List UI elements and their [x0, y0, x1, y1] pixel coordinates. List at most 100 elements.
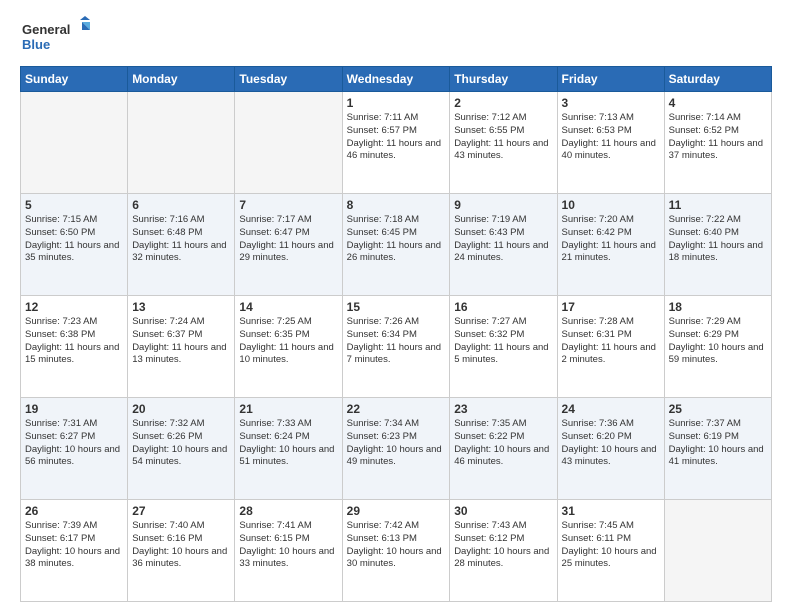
calendar-cell-3-5: 24 Sunrise: 7:36 AM Sunset: 6:20 PM Dayl…	[557, 398, 664, 500]
daylight-label: Daylight: 11 hours and 37 minutes.	[669, 138, 763, 162]
calendar-cell-4-0: 26 Sunrise: 7:39 AM Sunset: 6:17 PM Dayl…	[21, 500, 128, 602]
cell-info: Sunrise: 7:16 AM Sunset: 6:48 PM Dayligh…	[132, 214, 230, 265]
sunset-label: Sunset: 6:50 PM	[25, 227, 95, 238]
cell-info: Sunrise: 7:31 AM Sunset: 6:27 PM Dayligh…	[25, 418, 123, 469]
cell-info: Sunrise: 7:41 AM Sunset: 6:15 PM Dayligh…	[239, 520, 337, 571]
sunrise-label: Sunrise: 7:37 AM	[669, 418, 741, 429]
sunrise-label: Sunrise: 7:24 AM	[132, 316, 204, 327]
sunset-label: Sunset: 6:52 PM	[669, 125, 739, 136]
sunset-label: Sunset: 6:45 PM	[347, 227, 417, 238]
sunset-label: Sunset: 6:24 PM	[239, 431, 309, 442]
day-number: 8	[347, 198, 446, 212]
daylight-label: Daylight: 10 hours and 49 minutes.	[347, 444, 442, 468]
page: General Blue SundayMondayTuesdayWednesda…	[0, 0, 792, 612]
day-number: 23	[454, 402, 552, 416]
sunset-label: Sunset: 6:27 PM	[25, 431, 95, 442]
svg-text:General: General	[22, 22, 70, 37]
sunrise-label: Sunrise: 7:22 AM	[669, 214, 741, 225]
sunset-label: Sunset: 6:29 PM	[669, 329, 739, 340]
daylight-label: Daylight: 10 hours and 46 minutes.	[454, 444, 549, 468]
daylight-label: Daylight: 11 hours and 40 minutes.	[562, 138, 656, 162]
calendar-cell-1-0: 5 Sunrise: 7:15 AM Sunset: 6:50 PM Dayli…	[21, 194, 128, 296]
sunrise-label: Sunrise: 7:26 AM	[347, 316, 419, 327]
sunset-label: Sunset: 6:57 PM	[347, 125, 417, 136]
calendar-cell-2-0: 12 Sunrise: 7:23 AM Sunset: 6:38 PM Dayl…	[21, 296, 128, 398]
cell-info: Sunrise: 7:12 AM Sunset: 6:55 PM Dayligh…	[454, 112, 552, 163]
sunrise-label: Sunrise: 7:16 AM	[132, 214, 204, 225]
daylight-label: Daylight: 11 hours and 2 minutes.	[562, 342, 656, 366]
sunrise-label: Sunrise: 7:14 AM	[669, 112, 741, 123]
sunrise-label: Sunrise: 7:35 AM	[454, 418, 526, 429]
sunset-label: Sunset: 6:34 PM	[347, 329, 417, 340]
calendar-cell-3-1: 20 Sunrise: 7:32 AM Sunset: 6:26 PM Dayl…	[128, 398, 235, 500]
sunset-label: Sunset: 6:37 PM	[132, 329, 202, 340]
calendar-cell-2-6: 18 Sunrise: 7:29 AM Sunset: 6:29 PM Dayl…	[664, 296, 771, 398]
cell-info: Sunrise: 7:27 AM Sunset: 6:32 PM Dayligh…	[454, 316, 552, 367]
sunrise-label: Sunrise: 7:39 AM	[25, 520, 97, 531]
sunrise-label: Sunrise: 7:15 AM	[25, 214, 97, 225]
sunrise-label: Sunrise: 7:12 AM	[454, 112, 526, 123]
daylight-label: Daylight: 10 hours and 54 minutes.	[132, 444, 227, 468]
daylight-label: Daylight: 11 hours and 5 minutes.	[454, 342, 548, 366]
cell-info: Sunrise: 7:39 AM Sunset: 6:17 PM Dayligh…	[25, 520, 123, 571]
day-number: 3	[562, 96, 660, 110]
sunrise-label: Sunrise: 7:41 AM	[239, 520, 311, 531]
cell-info: Sunrise: 7:32 AM Sunset: 6:26 PM Dayligh…	[132, 418, 230, 469]
sunset-label: Sunset: 6:48 PM	[132, 227, 202, 238]
week-row-4: 19 Sunrise: 7:31 AM Sunset: 6:27 PM Dayl…	[21, 398, 772, 500]
daylight-label: Daylight: 11 hours and 7 minutes.	[347, 342, 441, 366]
calendar-cell-0-0	[21, 92, 128, 194]
daylight-label: Daylight: 11 hours and 13 minutes.	[132, 342, 226, 366]
calendar-table: SundayMondayTuesdayWednesdayThursdayFrid…	[20, 66, 772, 602]
daylight-label: Daylight: 11 hours and 46 minutes.	[347, 138, 441, 162]
day-number: 30	[454, 504, 552, 518]
daylight-label: Daylight: 10 hours and 59 minutes.	[669, 342, 764, 366]
sunrise-label: Sunrise: 7:17 AM	[239, 214, 311, 225]
sunrise-label: Sunrise: 7:31 AM	[25, 418, 97, 429]
cell-info: Sunrise: 7:17 AM Sunset: 6:47 PM Dayligh…	[239, 214, 337, 265]
daylight-label: Daylight: 10 hours and 56 minutes.	[25, 444, 120, 468]
daylight-label: Daylight: 11 hours and 35 minutes.	[25, 240, 119, 264]
cell-info: Sunrise: 7:36 AM Sunset: 6:20 PM Dayligh…	[562, 418, 660, 469]
day-number: 22	[347, 402, 446, 416]
calendar-cell-4-6	[664, 500, 771, 602]
sunrise-label: Sunrise: 7:23 AM	[25, 316, 97, 327]
day-number: 16	[454, 300, 552, 314]
sunrise-label: Sunrise: 7:36 AM	[562, 418, 634, 429]
sunset-label: Sunset: 6:38 PM	[25, 329, 95, 340]
cell-info: Sunrise: 7:29 AM Sunset: 6:29 PM Dayligh…	[669, 316, 767, 367]
daylight-label: Daylight: 10 hours and 28 minutes.	[454, 546, 549, 570]
day-number: 19	[25, 402, 123, 416]
daylight-label: Daylight: 10 hours and 25 minutes.	[562, 546, 657, 570]
header-tuesday: Tuesday	[235, 67, 342, 92]
cell-info: Sunrise: 7:11 AM Sunset: 6:57 PM Dayligh…	[347, 112, 446, 163]
header-friday: Friday	[557, 67, 664, 92]
sunset-label: Sunset: 6:53 PM	[562, 125, 632, 136]
logo: General Blue	[20, 16, 90, 56]
cell-info: Sunrise: 7:20 AM Sunset: 6:42 PM Dayligh…	[562, 214, 660, 265]
cell-info: Sunrise: 7:40 AM Sunset: 6:16 PM Dayligh…	[132, 520, 230, 571]
calendar-cell-0-2	[235, 92, 342, 194]
day-number: 10	[562, 198, 660, 212]
sunset-label: Sunset: 6:26 PM	[132, 431, 202, 442]
day-number: 18	[669, 300, 767, 314]
svg-text:Blue: Blue	[22, 37, 50, 52]
calendar-cell-4-1: 27 Sunrise: 7:40 AM Sunset: 6:16 PM Dayl…	[128, 500, 235, 602]
calendar-cell-0-4: 2 Sunrise: 7:12 AM Sunset: 6:55 PM Dayli…	[450, 92, 557, 194]
calendar-cell-0-5: 3 Sunrise: 7:13 AM Sunset: 6:53 PM Dayli…	[557, 92, 664, 194]
sunrise-label: Sunrise: 7:18 AM	[347, 214, 419, 225]
sunset-label: Sunset: 6:42 PM	[562, 227, 632, 238]
daylight-label: Daylight: 10 hours and 33 minutes.	[239, 546, 334, 570]
sunrise-label: Sunrise: 7:43 AM	[454, 520, 526, 531]
week-row-1: 1 Sunrise: 7:11 AM Sunset: 6:57 PM Dayli…	[21, 92, 772, 194]
cell-info: Sunrise: 7:14 AM Sunset: 6:52 PM Dayligh…	[669, 112, 767, 163]
sunrise-label: Sunrise: 7:20 AM	[562, 214, 634, 225]
sunset-label: Sunset: 6:16 PM	[132, 533, 202, 544]
cell-info: Sunrise: 7:35 AM Sunset: 6:22 PM Dayligh…	[454, 418, 552, 469]
day-number: 7	[239, 198, 337, 212]
cell-info: Sunrise: 7:45 AM Sunset: 6:11 PM Dayligh…	[562, 520, 660, 571]
week-row-5: 26 Sunrise: 7:39 AM Sunset: 6:17 PM Dayl…	[21, 500, 772, 602]
calendar-cell-4-4: 30 Sunrise: 7:43 AM Sunset: 6:12 PM Dayl…	[450, 500, 557, 602]
day-number: 4	[669, 96, 767, 110]
daylight-label: Daylight: 10 hours and 30 minutes.	[347, 546, 442, 570]
